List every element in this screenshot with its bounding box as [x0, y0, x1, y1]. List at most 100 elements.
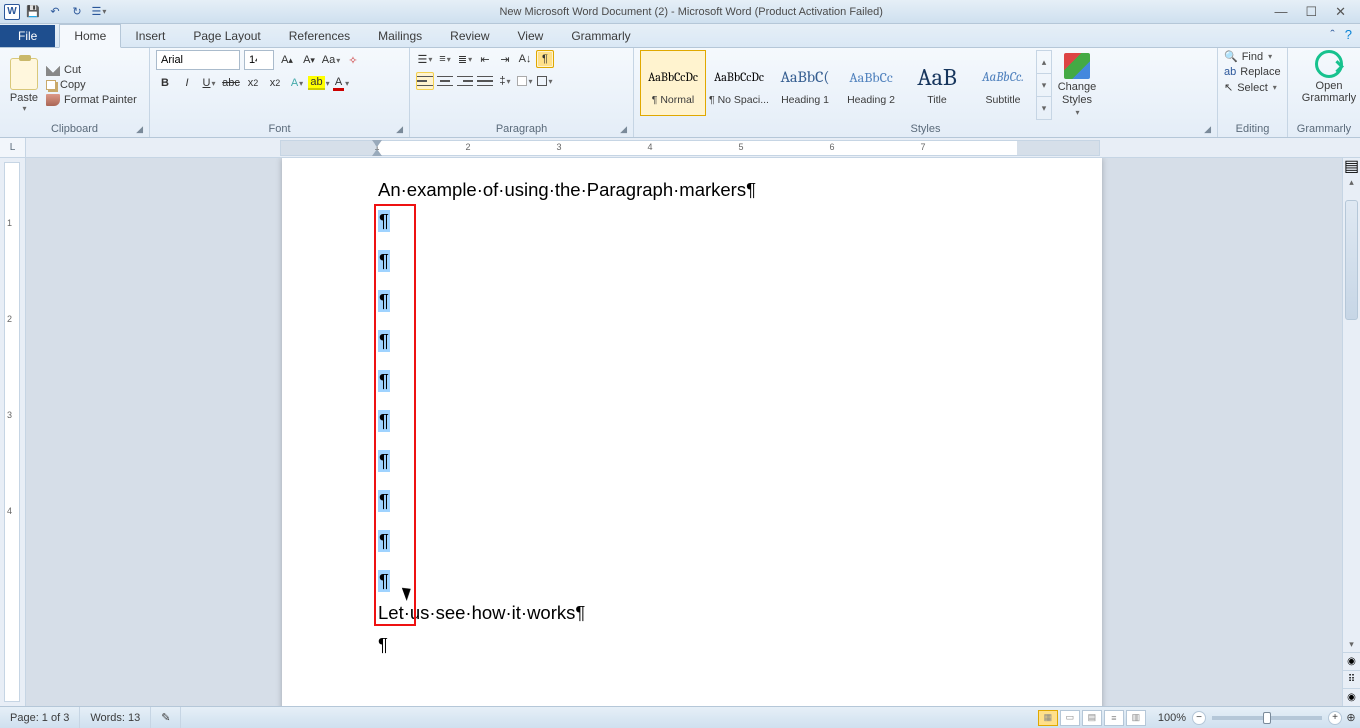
paragraph-mark[interactable]: ¶ — [378, 401, 1006, 441]
strikethrough-button[interactable]: abc — [222, 74, 240, 92]
paragraph-mark[interactable]: ¶ — [378, 241, 1006, 281]
save-icon[interactable]: 💾 — [24, 3, 42, 21]
tab-selector[interactable]: L — [0, 138, 26, 157]
undo-icon[interactable]: ↶ — [46, 3, 64, 21]
paragraph-mark[interactable]: ¶ — [378, 441, 1006, 481]
page[interactable]: An·example·of·using·the·Paragraph·marker… — [282, 158, 1102, 706]
bold-button[interactable]: B — [156, 74, 174, 92]
hanging-indent-icon[interactable] — [372, 149, 382, 157]
multilevel-button[interactable]: ≣▾ — [456, 50, 474, 68]
font-name-select[interactable] — [156, 50, 240, 70]
bullets-button[interactable]: ☰▾ — [416, 50, 434, 68]
-clipboardlauncher-icon[interactable]: ◢ — [136, 124, 143, 135]
paragraph-mark[interactable]: ¶ — [378, 361, 1006, 401]
document-canvas[interactable]: An·example·of·using·the·Paragraph·marker… — [26, 158, 1342, 706]
minimize-button[interactable]: — — [1274, 4, 1287, 20]
next-page-icon[interactable]: ◉ — [1343, 688, 1360, 706]
horizontal-ruler[interactable]: 1234567 — [280, 140, 1100, 156]
select-button[interactable]: ↖Select▾ — [1224, 81, 1281, 94]
tab-page-layout[interactable]: Page Layout — [179, 25, 274, 47]
increase-indent-button[interactable]: ⇥ — [496, 50, 514, 68]
line-spacing-button[interactable]: ‡▾ — [496, 72, 514, 90]
change-case-button[interactable]: Aa▾ — [322, 51, 340, 69]
status-proofing[interactable]: ✎ — [151, 707, 181, 728]
gallery-up-icon[interactable]: ▴ — [1037, 51, 1051, 74]
scroll-down-icon[interactable]: ▾ — [1343, 636, 1360, 652]
status-words[interactable]: Words: 13 — [80, 707, 151, 728]
minimize-ribbon-icon[interactable]: ˆ — [1330, 27, 1334, 42]
ruler-toggle-icon[interactable]: ▤ — [1343, 158, 1360, 174]
qat-customize-icon[interactable]: ☰▾ — [90, 3, 108, 21]
zoom-slider[interactable] — [1212, 716, 1322, 720]
style--no-spaci-[interactable]: AaBbCcDc¶ No Spaci... — [706, 50, 772, 116]
-styleslauncher-icon[interactable]: ◢ — [1204, 124, 1211, 135]
justify-button[interactable] — [476, 72, 494, 90]
scroll-track[interactable] — [1343, 190, 1360, 636]
browse-object-icon[interactable]: ⠿ — [1343, 670, 1360, 688]
align-right-button[interactable] — [456, 72, 474, 90]
close-button[interactable]: ✕ — [1335, 4, 1346, 20]
paragraph-mark[interactable]: ¶ — [378, 281, 1006, 321]
highlight-button[interactable]: ab▾ — [310, 74, 328, 92]
open-grammarly-button[interactable]: Open Grammarly — [1294, 50, 1360, 104]
shrink-font-button[interactable]: A▾ — [300, 51, 318, 69]
grow-font-button[interactable]: A▴ — [278, 51, 296, 69]
font-size-select[interactable] — [244, 50, 274, 70]
gallery-more-icon[interactable]: ▾ — [1037, 97, 1051, 119]
find-button[interactable]: 🔍Find▾ — [1224, 50, 1281, 63]
tab-grammarly[interactable]: Grammarly — [557, 25, 644, 47]
decrease-indent-button[interactable]: ⇤ — [476, 50, 494, 68]
style-subtitle[interactable]: AaBbCc.Subtitle — [970, 50, 1036, 116]
zoom-level[interactable]: 100% — [1152, 712, 1192, 724]
copy-button[interactable]: Copy — [46, 79, 137, 91]
vertical-ruler[interactable]: 1234 — [0, 158, 26, 706]
text-line[interactable]: Let·us·see·how·it·works¶ — [378, 601, 1006, 624]
paragraph-mark[interactable]: ¶ — [378, 561, 1006, 601]
style--normal[interactable]: AaBbCcDc¶ Normal — [640, 50, 706, 116]
replace-button[interactable]: abReplace — [1224, 66, 1281, 78]
zoom-knob[interactable] — [1263, 712, 1271, 724]
outline-view-button[interactable]: ≡ — [1104, 710, 1124, 726]
format-painter-button[interactable]: Format Painter — [46, 94, 137, 106]
paragraph-mark[interactable]: ¶ — [378, 625, 1006, 665]
prev-page-icon[interactable]: ◉ — [1343, 652, 1360, 670]
subscript-button[interactable]: x2 — [244, 74, 262, 92]
font-color-button[interactable]: A▾ — [332, 74, 350, 92]
text-line[interactable]: An·example·of·using·the·Paragraph·marker… — [378, 178, 1006, 201]
borders-button[interactable]: ▾ — [536, 72, 554, 90]
tab-view[interactable]: View — [504, 25, 558, 47]
-paragraphlauncher-icon[interactable]: ◢ — [620, 124, 627, 135]
align-left-button[interactable] — [416, 72, 434, 90]
draft-view-button[interactable]: ▥ — [1126, 710, 1146, 726]
tab-insert[interactable]: Insert — [121, 25, 179, 47]
gallery-down-icon[interactable]: ▾ — [1037, 74, 1051, 97]
show-hide-pilcrow-button[interactable]: ¶ — [536, 50, 554, 68]
align-center-button[interactable] — [436, 72, 454, 90]
first-line-indent-icon[interactable] — [372, 140, 382, 148]
zoom-out-button[interactable]: − — [1192, 711, 1206, 725]
full-screen-view-button[interactable]: ▭ — [1060, 710, 1080, 726]
sort-button[interactable]: A↓ — [516, 50, 534, 68]
italic-button[interactable]: I — [178, 74, 196, 92]
print-layout-view-button[interactable]: ▦ — [1038, 710, 1058, 726]
underline-button[interactable]: U▾ — [200, 74, 218, 92]
paragraph-mark[interactable]: ¶ — [378, 201, 1006, 241]
tab-mailings[interactable]: Mailings — [364, 25, 436, 47]
tab-file[interactable]: File — [0, 25, 55, 47]
help-icon[interactable]: ? — [1345, 27, 1352, 42]
redo-icon[interactable]: ↻ — [68, 3, 86, 21]
clear-formatting-button[interactable]: ✧ — [344, 51, 362, 69]
paragraph-mark[interactable]: ¶ — [378, 481, 1006, 521]
paragraph-mark[interactable]: ¶ — [378, 321, 1006, 361]
tab-home[interactable]: Home — [59, 24, 121, 48]
web-layout-view-button[interactable]: ▤ — [1082, 710, 1102, 726]
numbering-button[interactable]: ≡▾ — [436, 50, 454, 68]
scroll-up-icon[interactable]: ▴ — [1343, 174, 1360, 190]
style-heading-2[interactable]: AaBbCcHeading 2 — [838, 50, 904, 116]
zoom-fit-icon[interactable]: ⊕ — [1342, 711, 1360, 724]
shading-button[interactable]: ▾ — [516, 72, 534, 90]
cut-button[interactable]: Cut — [46, 64, 137, 76]
style-title[interactable]: AaBTitle — [904, 50, 970, 116]
tab-review[interactable]: Review — [436, 25, 503, 47]
tab-references[interactable]: References — [275, 25, 364, 47]
